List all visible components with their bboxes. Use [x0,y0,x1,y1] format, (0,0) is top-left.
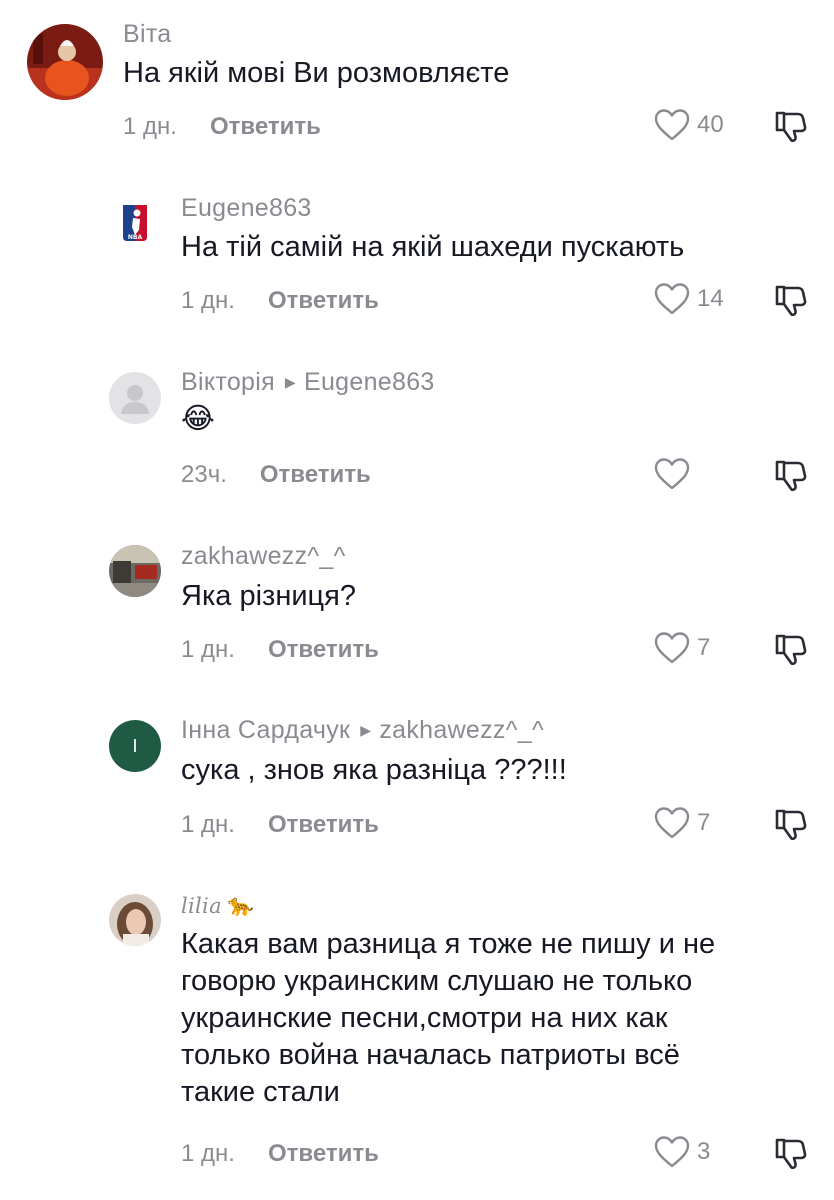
dislike-button[interactable] [773,457,809,498]
heart-icon [654,807,690,839]
thumb-down-icon [775,634,807,666]
comment-meta: 1 дн. Ответить [123,113,321,141]
avatar-letter: I [132,735,138,756]
reply-arrow-icon: ▶ [360,722,372,738]
comment-meta: 1 дн. Ответить [181,287,379,315]
username[interactable]: zakhawezz^_^ [181,542,346,571]
avatar[interactable] [109,894,161,946]
comment-text: На якій мові Ви розмовляєте [123,57,510,89]
avatar[interactable]: I [109,720,161,772]
comment-meta: 1 дн. Ответить [181,636,379,664]
comment-text: Какая вам разница я тоже не пишу и не го… [181,926,715,1111]
like-button[interactable]: 14 [653,282,724,316]
like-count: 40 [697,111,724,138]
comment-text: 😂 [181,403,215,435]
dislike-button[interactable] [773,108,809,149]
reply-button[interactable]: Ответить [268,636,379,664]
like-count: 3 [697,1138,711,1165]
avatar[interactable]: NBA [109,197,161,249]
reply-to-username[interactable]: Eugene863 [304,368,435,397]
timestamp: 1 дн. [181,1140,235,1167]
like-count: 7 [697,809,711,836]
dislike-button[interactable] [773,806,809,847]
heart-icon [654,632,690,664]
like-button[interactable]: 3 [653,1135,710,1169]
like-button[interactable]: 7 [653,631,710,665]
timestamp: 1 дн. [181,811,235,838]
thumb-down-icon [775,111,807,143]
reply-to-username[interactable]: zakhawezz^_^ [379,716,544,745]
heart-icon [654,283,690,315]
dislike-button[interactable] [773,282,809,323]
heart-icon [654,109,690,141]
dislike-button[interactable] [773,1135,809,1176]
timestamp: 1 дн. [181,287,235,314]
leopard-emoji: 🐆 [227,893,255,917]
reply-button[interactable]: Ответить [268,811,379,839]
username[interactable]: Інна Сардачук ▶ zakhawezz^_^ [181,716,544,745]
avatar[interactable] [27,24,103,100]
svg-text:NBA: NBA [128,234,143,241]
comment-text-line: такие стали [181,1076,340,1108]
timestamp: 1 дн. [181,636,235,663]
comment-text: Яка різниця? [181,580,356,612]
like-button[interactable]: 7 [653,806,710,840]
reply-button[interactable]: Ответить [268,1140,379,1168]
like-count: 7 [697,634,711,661]
thumb-down-icon [775,460,807,492]
reply-button[interactable]: Ответить [210,113,321,141]
like-count: 14 [697,285,724,312]
comment-text-line: говорю украинским слушаю не только [181,965,693,997]
comment-text-line: Какая вам разница я тоже не пишу и не [181,928,716,960]
username[interactable]: Eugene863 [181,194,312,223]
comment-text-line: украинские песни,смотри на них как [181,1002,668,1034]
avatar[interactable] [109,545,161,597]
reply-button[interactable]: Ответить [260,461,371,489]
heart-icon [654,458,690,490]
comment-text: сука , знов яка разніца ???!!! [181,754,567,786]
username[interactable]: Віта [123,20,172,49]
username[interactable]: lilia 🐆 [181,893,254,918]
comment-text-line: только война началась патриоты всё [181,1039,680,1071]
default-avatar-icon [109,372,161,424]
comment-text: На тій самій на якій шахеди пускають [181,231,685,263]
like-button[interactable]: 40 [653,108,724,142]
thumb-down-icon [775,1138,807,1170]
like-button[interactable] [653,457,697,491]
heart-icon [654,1136,690,1168]
comment-meta: 23ч. Ответить [181,461,371,489]
avatar[interactable] [109,372,161,424]
username[interactable]: Вікторія ▶ Eugene863 [181,368,435,397]
dislike-button[interactable] [773,631,809,672]
comment-meta: 1 дн. Ответить [181,1140,379,1168]
timestamp: 1 дн. [123,113,177,140]
timestamp: 23ч. [181,461,227,488]
reply-arrow-icon: ▶ [284,374,296,390]
reply-button[interactable]: Ответить [268,287,379,315]
thumb-down-icon [775,809,807,841]
comment-meta: 1 дн. Ответить [181,811,379,839]
thumb-down-icon [775,285,807,317]
